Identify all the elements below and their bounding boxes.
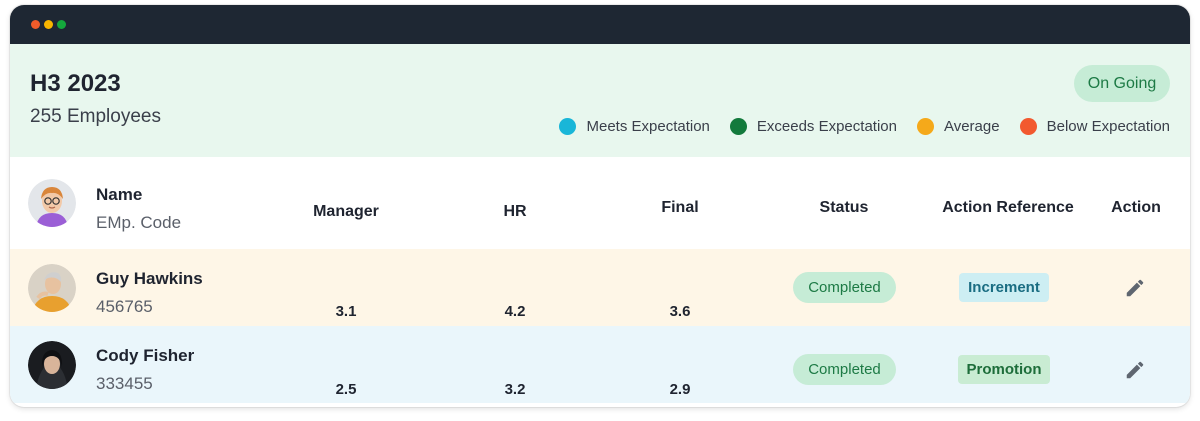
employee-avatar bbox=[28, 341, 76, 389]
legend-dot-icon bbox=[916, 118, 934, 135]
manager-score: 3.1 bbox=[335, 303, 357, 320]
status-badge: Completed bbox=[793, 354, 896, 385]
manager-score: 2.5 bbox=[335, 381, 357, 398]
employee-name-cell: Guy Hawkins 456765 bbox=[96, 269, 203, 317]
hr-column-header: HR bbox=[503, 203, 527, 220]
status-badge: Completed bbox=[793, 272, 896, 303]
name-header: Name bbox=[96, 185, 143, 204]
legend-item-exceeds: Exceeds Expectation bbox=[729, 118, 897, 135]
legend-label: Below Expectation bbox=[1046, 118, 1170, 135]
code-header: EMp. Code bbox=[96, 213, 182, 232]
status-column-header: Status bbox=[819, 199, 869, 216]
action-reference-tag: Promotion bbox=[958, 355, 1050, 384]
maximize-window-button[interactable] bbox=[57, 20, 66, 29]
legend-dot-icon bbox=[1019, 118, 1037, 135]
manager-column-header: Manager bbox=[313, 203, 379, 220]
status-badge: On Going bbox=[1074, 65, 1170, 102]
header-avatar bbox=[28, 179, 76, 227]
pencil-icon[interactable] bbox=[1124, 277, 1146, 299]
employee-name: Guy Hawkins bbox=[96, 269, 203, 288]
table-row: Guy Hawkins 456765 3.1 4.2 3.6 Completed… bbox=[10, 249, 1190, 326]
review-period-title: H3 2023 bbox=[30, 70, 121, 97]
action-reference-tag: Increment bbox=[959, 273, 1049, 302]
title-bar bbox=[10, 5, 1190, 44]
employee-code: 333455 bbox=[96, 374, 153, 393]
pencil-icon[interactable] bbox=[1124, 359, 1146, 381]
legend-dot-icon bbox=[559, 118, 577, 135]
rating-legend: Meets Expectation Exceeds Expectation Av… bbox=[559, 118, 1170, 135]
legend-dot-icon bbox=[729, 118, 747, 135]
action-reference-column-header: Action Reference bbox=[942, 199, 1074, 216]
employee-name-cell: Cody Fisher 333455 bbox=[96, 346, 194, 394]
action-column-header: Action bbox=[1111, 199, 1161, 216]
hr-score: 3.2 bbox=[504, 381, 526, 398]
employee-avatar bbox=[28, 264, 76, 312]
table-header-row: Name EMp. Code Manager HR Final Status A… bbox=[10, 157, 1190, 249]
legend-item-below: Below Expectation bbox=[1019, 118, 1170, 135]
table-row: Cody Fisher 333455 2.5 3.2 2.9 Completed… bbox=[10, 326, 1190, 403]
employee-name: Cody Fisher bbox=[96, 346, 195, 365]
employee-count: 255 Employees bbox=[30, 106, 161, 127]
legend-item-meets: Meets Expectation bbox=[559, 118, 710, 135]
review-summary-panel: H3 2023 255 Employees On Going Meets Exp… bbox=[10, 44, 1190, 157]
legend-label: Exceeds Expectation bbox=[756, 118, 897, 135]
minimize-window-button[interactable] bbox=[44, 20, 53, 29]
app-window: H3 2023 255 Employees On Going Meets Exp… bbox=[10, 5, 1190, 407]
legend-item-average: Average bbox=[916, 118, 1000, 135]
final-score: 3.6 bbox=[669, 303, 691, 320]
hr-score: 4.2 bbox=[504, 303, 526, 320]
legend-label: Meets Expectation bbox=[586, 118, 710, 135]
legend-label: Average bbox=[943, 118, 1000, 135]
employee-code: 456765 bbox=[96, 297, 153, 316]
final-column-header: Final bbox=[661, 199, 699, 216]
close-window-button[interactable] bbox=[31, 20, 40, 29]
final-score: 2.9 bbox=[669, 381, 691, 398]
name-column-header: Name EMp. Code bbox=[96, 185, 181, 233]
